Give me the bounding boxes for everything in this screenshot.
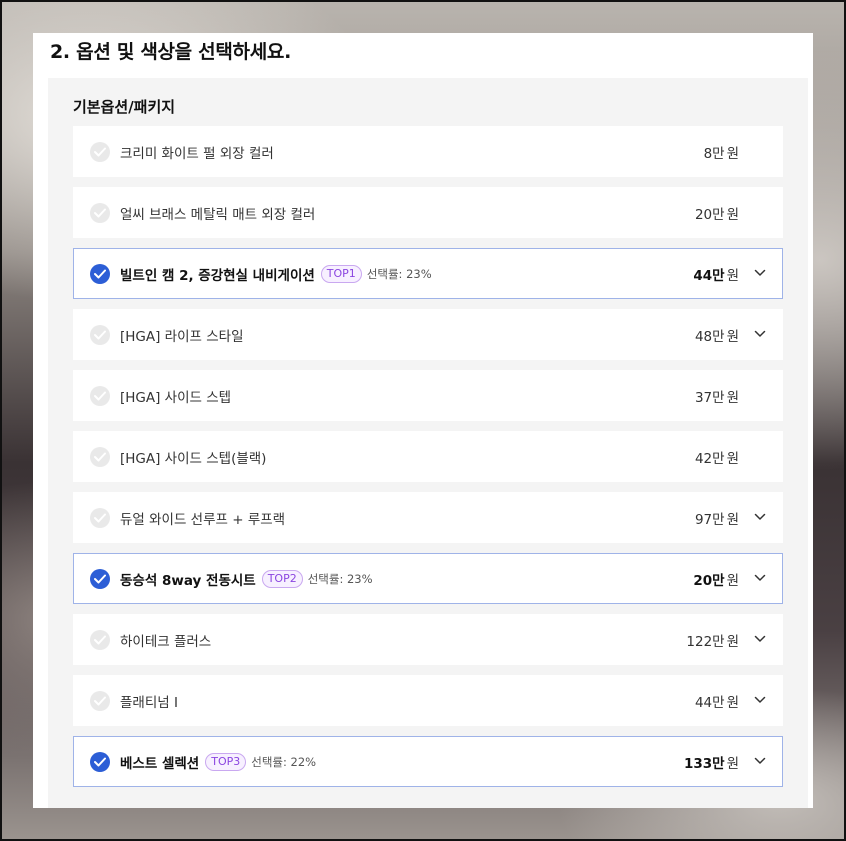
chevron-down-icon[interactable]: [754, 756, 766, 766]
option-name: 크리미 화이트 펄 외장 컬러: [120, 145, 274, 162]
price-value: 20만: [693, 572, 725, 589]
section-title: 2. 옵션 및 색상을 선택하세요.: [50, 41, 291, 63]
price-value: 44만: [694, 694, 725, 711]
chevron-down-icon[interactable]: [754, 512, 766, 522]
check-icon[interactable]: [90, 203, 110, 223]
basic-options-group: 기본옵션/패키지 크리미 화이트 펄 외장 컬러 8만 원 얼씨 브래스 메탈릭…: [48, 78, 808, 808]
check-icon[interactable]: [90, 691, 110, 711]
option-name: [HGA] 사이드 스텝(블랙): [120, 450, 267, 467]
option-price: 20만 원: [693, 554, 739, 603]
chevron-down-icon[interactable]: [754, 695, 766, 705]
option-item-creamy-white-pearl[interactable]: 크리미 화이트 펄 외장 컬러 8만 원: [73, 126, 783, 177]
check-icon[interactable]: [90, 752, 110, 772]
selection-rate: 선택률: 22%: [251, 754, 317, 769]
option-name: 동승석 8way 전동시트: [120, 572, 256, 589]
option-item-best-selection[interactable]: 베스트 셀렉션 TOP3 선택률: 22% 133만 원: [73, 736, 783, 787]
price-unit: 원: [726, 633, 739, 650]
check-icon[interactable]: [90, 264, 110, 284]
option-item-passenger-8way-seat[interactable]: 동승석 8way 전동시트 TOP2 선택률: 23% 20만 원: [73, 553, 783, 604]
option-name: 얼씨 브래스 메탈릭 매트 외장 컬러: [120, 206, 316, 223]
option-name: 플래티넘 I: [120, 694, 178, 711]
check-icon[interactable]: [90, 142, 110, 162]
option-item-hga-lifestyle[interactable]: [HGA] 라이프 스타일 48만 원: [73, 309, 783, 360]
option-price: 122만 원: [686, 615, 739, 664]
option-price: 8만 원: [704, 127, 739, 176]
group-title: 기본옵션/패키지: [73, 98, 176, 116]
chevron-down-icon[interactable]: [754, 329, 766, 339]
option-name: 베스트 셀렉션: [120, 755, 200, 772]
option-price: 44만 원: [693, 249, 739, 298]
option-name: 빌트인 캠 2, 증강현실 내비게이션: [120, 267, 315, 284]
selection-rate: 선택률: 23%: [307, 571, 373, 586]
check-icon[interactable]: [90, 386, 110, 406]
option-price: 48만 원: [695, 310, 739, 359]
option-price: 133만 원: [684, 737, 739, 786]
option-name: [HGA] 라이프 스타일: [120, 328, 244, 345]
option-price: 20만 원: [695, 188, 739, 237]
option-item-hga-side-step[interactable]: [HGA] 사이드 스텝 37만 원: [73, 370, 783, 421]
selection-rate: 선택률: 23%: [366, 266, 432, 281]
price-value: 44만: [693, 267, 725, 284]
option-panel: 2. 옵션 및 색상을 선택하세요. 기본옵션/패키지 크리미 화이트 펄 외장…: [33, 33, 813, 808]
option-price: 44만 원: [695, 676, 739, 725]
option-name: [HGA] 사이드 스텝: [120, 389, 232, 406]
option-item-earthy-brass-matte[interactable]: 얼씨 브래스 메탈릭 매트 외장 컬러 20만 원: [73, 187, 783, 238]
option-item-dual-wide-sunroof[interactable]: 듀얼 와이드 선루프 + 루프랙 97만 원: [73, 492, 783, 543]
top-rank-badge: TOP2: [261, 569, 303, 588]
option-name: 하이테크 플러스: [120, 633, 212, 650]
option-name: 듀얼 와이드 선루프 + 루프랙: [120, 511, 286, 528]
option-price: 37만 원: [695, 371, 739, 420]
option-price: 42만 원: [695, 432, 739, 481]
price-value: 133만: [683, 755, 725, 772]
top-rank-badge: TOP1: [320, 264, 362, 283]
top-rank-badge: TOP3: [205, 752, 247, 771]
price-unit: 원: [726, 328, 739, 345]
price-unit: 원: [726, 206, 739, 223]
price-value: 48만: [694, 328, 725, 345]
check-icon[interactable]: [90, 630, 110, 650]
check-icon[interactable]: [90, 447, 110, 467]
price-unit: 원: [726, 389, 739, 406]
chevron-down-icon[interactable]: [754, 268, 766, 278]
price-unit: 원: [726, 145, 739, 162]
option-item-platinum-1[interactable]: 플래티넘 I 44만 원: [73, 675, 783, 726]
price-value: 8만: [703, 145, 725, 162]
price-value: 37만: [694, 389, 725, 406]
option-item-builtin-cam-ar-navigation[interactable]: 빌트인 캠 2, 증강현실 내비게이션 TOP1 선택률: 23% 44만 원: [73, 248, 783, 299]
price-unit: 원: [726, 450, 739, 467]
price-unit: 원: [726, 755, 739, 772]
check-icon[interactable]: [90, 569, 110, 589]
check-icon[interactable]: [90, 325, 110, 345]
price-value: 122만: [686, 633, 725, 650]
price-unit: 원: [726, 267, 739, 284]
chevron-down-icon[interactable]: [754, 573, 766, 583]
chevron-down-icon[interactable]: [754, 634, 766, 644]
option-item-hitech-plus[interactable]: 하이테크 플러스 122만 원: [73, 614, 783, 665]
price-value: 97만: [694, 511, 725, 528]
price-value: 20만: [694, 206, 725, 223]
price-unit: 원: [726, 572, 739, 589]
price-value: 42만: [694, 450, 725, 467]
price-unit: 원: [726, 694, 739, 711]
option-price: 97만 원: [695, 493, 739, 542]
option-item-hga-side-step-black[interactable]: [HGA] 사이드 스텝(블랙) 42만 원: [73, 431, 783, 482]
check-icon[interactable]: [90, 508, 110, 528]
price-unit: 원: [726, 511, 739, 528]
